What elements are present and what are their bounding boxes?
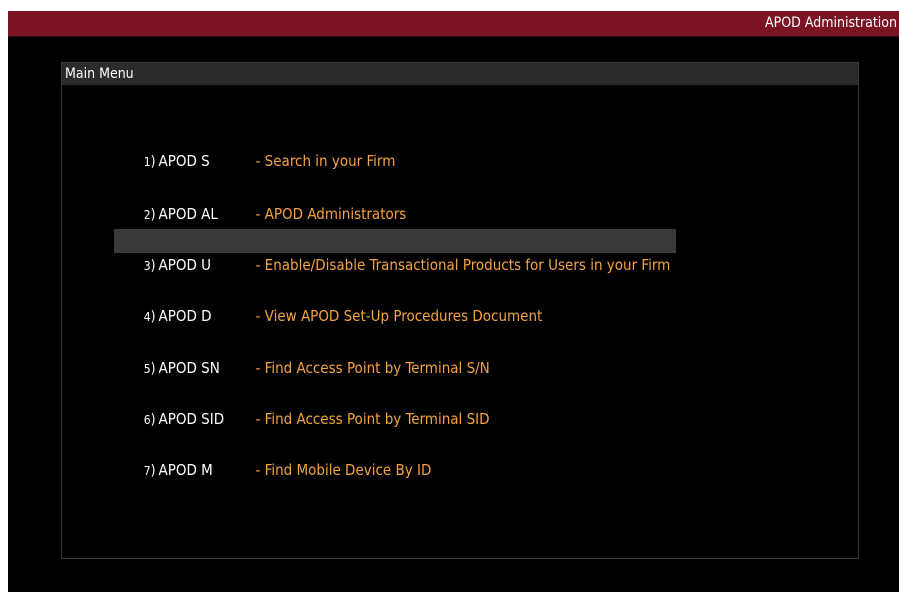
menu-item-command: APOD M (158, 461, 213, 479)
menu-item-command: APOD D (158, 307, 212, 325)
menu-item-description: - View APOD Set-Up Procedures Document (255, 307, 543, 325)
menu-item-find-mobile-device[interactable]: 7) APOD M - Find Mobile Device By ID (114, 434, 437, 479)
main-menu-header: Main Menu (62, 63, 858, 85)
menu-item-description: - Find Access Point by Terminal SID (255, 410, 490, 428)
menu-item-search-firm[interactable]: 1) APOD S - Search in your Firm (114, 125, 401, 170)
menu-item-paren: ) (150, 258, 156, 274)
menu-item-command: APOD SN (158, 359, 220, 377)
title-bar: APOD Administration (8, 11, 899, 37)
main-menu-title: Main Menu (65, 66, 134, 82)
menu-item-number: 1 (143, 155, 151, 169)
menu-item-paren: ) (150, 412, 156, 428)
apod-window: APOD Administration Main Menu 1) APOD S- … (8, 11, 899, 592)
menu-item-number: 4 (143, 310, 151, 324)
menu-item-description: - APOD Administrators (255, 205, 407, 223)
menu-item-enable-disable-products[interactable]: 3) APOD U - Enable/Disable Transactional P… (114, 229, 677, 274)
menu-item-number: 2 (143, 208, 151, 222)
menu-item-paren: ) (150, 154, 156, 170)
menu-item-description: - Find Access Point by Terminal S/N (255, 359, 490, 377)
menu-item-command: APOD S (158, 152, 210, 170)
menu-item-command: APOD SID (158, 410, 225, 428)
window-title: APOD Administration (765, 15, 897, 31)
menu-item-number: 7 (143, 464, 151, 478)
menu-item-number: 5 (143, 362, 151, 376)
menu-item-description: - Find Mobile Device By ID (255, 461, 432, 479)
menu-item-command: APOD U (158, 256, 212, 274)
menu-item-description: - Search in your Firm (255, 152, 396, 170)
menu-item-paren: ) (150, 207, 156, 223)
menu-item-paren: ) (150, 463, 156, 479)
menu-item-number: 6 (143, 413, 151, 427)
menu-item-paren: ) (150, 361, 156, 377)
menu-item-command: APOD AL (158, 205, 218, 223)
menu-item-paren: ) (150, 309, 156, 325)
main-menu-panel: Main Menu 1) APOD S- Search in your Firm … (61, 62, 859, 559)
menu-item-description: - Enable/Disable Transactional Products … (255, 256, 671, 274)
menu-item-find-by-serial[interactable]: 5) APOD SN - Find Access Point by Terminal… (114, 332, 496, 377)
menu-item-number: 3 (143, 259, 151, 273)
menu-item-setup-document[interactable]: 4) APOD D - View APOD Set-Up Procedures Do… (114, 280, 548, 325)
menu-item-administrators[interactable]: 2) APOD AL - APOD Administrators (114, 178, 412, 223)
menu-item-find-by-sid[interactable]: 6) APOD SID - Find Access Point by Termina… (114, 383, 496, 428)
